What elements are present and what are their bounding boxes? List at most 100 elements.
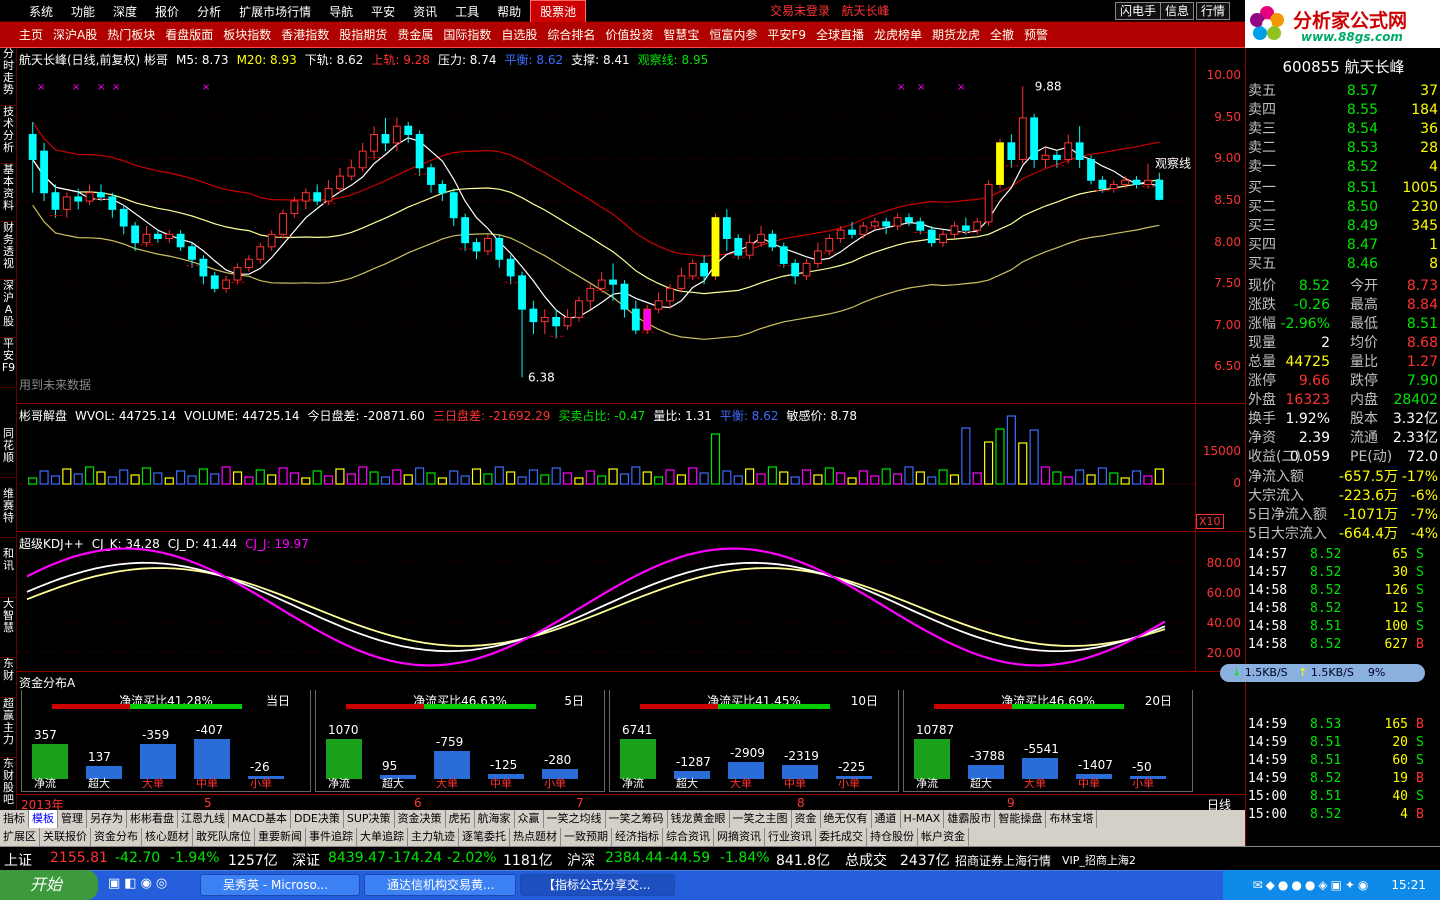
candle-body[interactable]: [40, 150, 48, 194]
quick-launch-icons[interactable]: ▣◧◉◎: [108, 876, 171, 891]
candle-body[interactable]: [996, 142, 1004, 185]
indicator-tab-5[interactable]: 江恩九线: [178, 810, 229, 828]
candle-body[interactable]: [62, 196, 71, 210]
volume-bar[interactable]: [824, 467, 834, 485]
bid-row[interactable]: 买四 8.47 1: [1248, 236, 1438, 255]
candle-body[interactable]: [916, 221, 925, 231]
candle-body[interactable]: [199, 258, 208, 277]
indicator-tab-1[interactable]: 模板: [29, 810, 58, 828]
candle-body[interactable]: [301, 192, 310, 202]
menu-extended[interactable]: 扩展市场行情: [230, 1, 320, 23]
candle-body[interactable]: [677, 275, 686, 289]
task-tdx[interactable]: 通达信机构交易黄...: [364, 874, 516, 896]
volume-bar[interactable]: [73, 473, 83, 485]
candle-body[interactable]: [779, 246, 788, 264]
volume-bar[interactable]: [619, 473, 630, 485]
volume-bar[interactable]: [1154, 468, 1164, 485]
volume-bar[interactable]: [995, 428, 1005, 485]
volume-bar[interactable]: [506, 471, 516, 485]
volume-bar[interactable]: [847, 477, 857, 485]
toolbar-item-2[interactable]: 热门板块: [102, 22, 160, 48]
menu-pingan[interactable]: 平安: [362, 1, 404, 23]
task-word[interactable]: 吴秀英 - Microso...: [200, 874, 360, 896]
extension-tab-3[interactable]: 核心题材: [142, 828, 193, 846]
candle-body[interactable]: [1064, 142, 1073, 160]
candle-body[interactable]: [688, 262, 697, 277]
menu-news[interactable]: 资讯: [404, 1, 446, 23]
volume-bar[interactable]: [28, 477, 38, 485]
toolbar-item-5[interactable]: 香港指数: [276, 22, 334, 48]
candle-body[interactable]: [1007, 142, 1016, 160]
left-tab-7[interactable]: 维赛特: [0, 488, 17, 538]
toolbar-item-1[interactable]: 深沪A股: [48, 22, 102, 48]
indicator-tab-13[interactable]: 一笑之均线: [544, 810, 606, 828]
candle-body[interactable]: [722, 217, 731, 239]
candle-body[interactable]: [905, 217, 913, 223]
ask-row[interactable]: 卖四 8.55 184: [1248, 101, 1438, 120]
toolbar-item-12[interactable]: 智慧宝: [658, 22, 704, 48]
main-chart-panel[interactable]: 航天长峰(日线,前复权) 彬哥 M5: 8.73 M20: 8.93 下轨: 8.62…: [17, 48, 1195, 404]
volume-bar[interactable]: [471, 468, 482, 485]
toolbar-item-16[interactable]: 龙虎榜单: [869, 22, 927, 48]
volume-bar[interactable]: [380, 476, 391, 485]
candle-body[interactable]: [244, 258, 253, 269]
candle-body[interactable]: [222, 279, 231, 289]
indicator-tab-21[interactable]: 雄霸股市: [944, 810, 996, 828]
toolbar-item-7[interactable]: 贵金属: [392, 22, 438, 48]
candle-body[interactable]: [74, 196, 83, 202]
candle-body[interactable]: [267, 233, 276, 248]
volume-bar[interactable]: [767, 466, 777, 485]
indicator-tab-3[interactable]: 另存为: [87, 810, 127, 828]
ask-row[interactable]: 卖五 8.57 37: [1248, 82, 1438, 101]
candle-body[interactable]: [836, 229, 845, 239]
market-button[interactable]: 行情: [1196, 2, 1231, 20]
candle-body[interactable]: [415, 134, 424, 169]
candle-body[interactable]: [1041, 154, 1050, 160]
left-tab-1[interactable]: 技术分析: [0, 106, 17, 164]
candle-body[interactable]: [1018, 117, 1027, 160]
candle-body[interactable]: [848, 229, 856, 235]
volume-bar[interactable]: [745, 468, 755, 485]
volume-bar[interactable]: [915, 471, 925, 485]
flash-trade-button[interactable]: 闪电手: [1115, 2, 1162, 20]
volume-bar[interactable]: [335, 468, 345, 485]
candle-body[interactable]: [529, 308, 538, 323]
volume-bar[interactable]: [1052, 471, 1062, 485]
volume-bar[interactable]: [50, 475, 61, 485]
volume-bar[interactable]: [301, 477, 311, 485]
volume-bar[interactable]: [141, 467, 152, 485]
tick-row[interactable]: 14:59 8.53 165 B: [1248, 716, 1438, 734]
tick-row[interactable]: 14:59 8.52 19 B: [1248, 770, 1438, 788]
volume-bar[interactable]: [1063, 476, 1073, 485]
volume-bar[interactable]: [676, 474, 686, 485]
candle-body[interactable]: [210, 275, 219, 289]
extension-tab-18[interactable]: 帐户资金: [918, 828, 969, 846]
left-tab-0[interactable]: 分时走势: [0, 48, 17, 106]
volume-bar[interactable]: [119, 469, 129, 485]
toolbar-item-0[interactable]: 主页: [14, 22, 48, 48]
volume-bar[interactable]: [562, 472, 573, 485]
volume-bar[interactable]: [551, 467, 561, 485]
indicator-tab-2[interactable]: 管理: [58, 810, 87, 828]
extension-tab-5[interactable]: 重要新闻: [255, 828, 306, 846]
indicator-tab-18[interactable]: 绝无仅有: [821, 810, 872, 828]
indicator-tab-22[interactable]: 智能操盘: [995, 810, 1047, 828]
toolbar-item-9[interactable]: 自选股: [496, 22, 542, 48]
candle-body[interactable]: [142, 233, 151, 244]
tick-row[interactable]: 14:57 8.52 65 S: [1248, 546, 1438, 564]
volume-bar[interactable]: [85, 466, 95, 485]
candle-body[interactable]: [336, 175, 344, 190]
toolbar-item-8[interactable]: 国际指数: [438, 22, 496, 48]
menu-depth[interactable]: 深度: [104, 1, 146, 23]
toolbar-item-13[interactable]: 恒富内参: [704, 22, 762, 48]
volume-bar[interactable]: [1120, 477, 1130, 485]
toolbar-item-17[interactable]: 期货龙虎: [927, 22, 985, 48]
task-browser[interactable]: 【指标公式分享交...: [520, 874, 675, 896]
left-tab-8[interactable]: 和讯: [0, 548, 17, 598]
candle-body[interactable]: [700, 262, 709, 277]
indicator-tab-23[interactable]: 布林宝塔: [1046, 810, 1098, 828]
candle-body[interactable]: [51, 192, 60, 210]
candle-body[interactable]: [495, 237, 504, 260]
candle-body[interactable]: [85, 192, 94, 202]
candle-body[interactable]: [984, 183, 993, 223]
